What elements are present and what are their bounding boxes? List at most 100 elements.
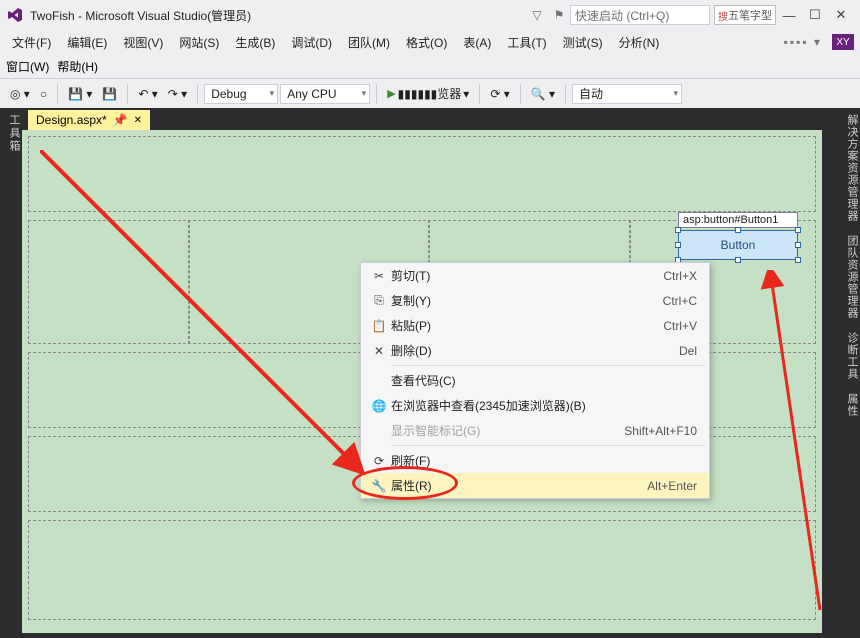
menu-item-label: 属性(R) bbox=[391, 477, 647, 494]
menu-tools[interactable]: 工具(T) bbox=[501, 32, 552, 53]
resize-handle[interactable] bbox=[735, 227, 741, 233]
menu-view[interactable]: 视图(V) bbox=[117, 32, 169, 53]
menu-file[interactable]: 文件(F) bbox=[6, 32, 57, 53]
pin-icon[interactable]: 📌 bbox=[113, 113, 128, 127]
maximize-button[interactable]: ☐ bbox=[802, 7, 828, 23]
asp-button-control[interactable]: asp:button#Button1 Button bbox=[678, 212, 798, 260]
menu-item-shortcut: Shift+Alt+F10 bbox=[624, 424, 697, 438]
menu-item-label: 剪切(T) bbox=[391, 267, 663, 284]
find-button[interactable]: 🔍 ▾ bbox=[527, 85, 559, 103]
quick-launch-input[interactable]: 快速启动 (Ctrl+Q) bbox=[570, 5, 710, 25]
platform-dropdown[interactable]: Any CPU bbox=[280, 84, 370, 104]
resize-handle[interactable] bbox=[795, 257, 801, 263]
menu-window[interactable]: 窗口(W) bbox=[6, 58, 49, 75]
wrench-icon: 🔧 bbox=[367, 479, 391, 493]
context-menu-item[interactable]: 📋粘贴(P)Ctrl+V bbox=[361, 313, 709, 338]
separator bbox=[127, 84, 128, 104]
resize-handle[interactable] bbox=[795, 227, 801, 233]
menu-separator bbox=[391, 445, 705, 446]
toolbox-tab[interactable]: 工具箱 bbox=[0, 108, 22, 637]
tab-design-aspx[interactable]: Design.aspx* 📌 ✕ bbox=[28, 110, 150, 130]
copy-icon: ⎘ bbox=[367, 293, 391, 308]
standard-toolbar: ◎ ▾ ○ 💾 ▾ 💾 ↶ ▾ ↷ ▾ Debug Any CPU ▶ ▮▮▮▮… bbox=[0, 78, 860, 108]
undo-button[interactable]: ↶ ▾ bbox=[134, 85, 161, 103]
context-menu: ✂剪切(T)Ctrl+X⎘复制(Y)Ctrl+C📋粘贴(P)Ctrl+V✕删除(… bbox=[360, 262, 710, 499]
resize-handle[interactable] bbox=[675, 227, 681, 233]
menu-item-shortcut: Ctrl+X bbox=[663, 269, 697, 283]
context-menu-item[interactable]: ⟳刷新(F) bbox=[361, 448, 709, 473]
context-menu-item[interactable]: ✕删除(D)Del bbox=[361, 338, 709, 363]
minimize-button[interactable]: — bbox=[776, 8, 802, 23]
separator bbox=[376, 84, 377, 104]
nav-fwd-button[interactable]: ○ bbox=[36, 85, 51, 103]
browser-link-button[interactable]: ⟳ ▾ bbox=[486, 85, 513, 103]
context-menu-item: 显示智能标记(G)Shift+Alt+F10 bbox=[361, 418, 709, 443]
menu-team[interactable]: 团队(M) bbox=[342, 32, 396, 53]
close-tab-button[interactable]: ✕ bbox=[134, 115, 142, 126]
right-sidebar-tabs[interactable]: 解决方案资源管理器 团队资源管理器 诊断工具 属性 bbox=[838, 108, 860, 637]
menu-analyze[interactable]: 分析(N) bbox=[613, 32, 666, 53]
tab-label: Design.aspx* bbox=[36, 113, 107, 127]
paste-icon: 📋 bbox=[367, 319, 391, 333]
menu-help[interactable]: 帮助(H) bbox=[57, 58, 98, 75]
save-all-button[interactable]: 💾 bbox=[98, 85, 121, 103]
menu-format[interactable]: 格式(O) bbox=[400, 32, 453, 53]
redo-button[interactable]: ↷ ▾ bbox=[164, 85, 191, 103]
context-menu-item[interactable]: 🌐在浏览器中查看(2345加速浏览器)(B) bbox=[361, 393, 709, 418]
selection-tooltip: asp:button#Button1 bbox=[678, 212, 798, 228]
separator bbox=[479, 84, 480, 104]
play-icon: ▶ bbox=[387, 87, 395, 100]
menu-build[interactable]: 生成(B) bbox=[229, 32, 281, 53]
user-name[interactable]: ▪▪▪▪ ▾ bbox=[784, 35, 822, 49]
resize-handle[interactable] bbox=[795, 242, 801, 248]
browser-icon: 🌐 bbox=[367, 399, 391, 413]
button-label: Button bbox=[721, 238, 756, 252]
menu-item-label: 显示智能标记(G) bbox=[391, 422, 624, 439]
menu-item-shortcut: Alt+Enter bbox=[647, 479, 697, 493]
resize-handle[interactable] bbox=[675, 242, 681, 248]
menu-item-label: 在浏览器中查看(2345加速浏览器)(B) bbox=[391, 397, 697, 414]
feedback-icon[interactable]: ⚑ bbox=[548, 8, 570, 22]
menu-item-label: 复制(Y) bbox=[391, 292, 663, 309]
menu-item-shortcut: Ctrl+C bbox=[663, 294, 697, 308]
separator bbox=[57, 84, 58, 104]
menu-table[interactable]: 表(A) bbox=[457, 32, 497, 53]
menu-edit[interactable]: 编辑(E) bbox=[61, 32, 113, 53]
menu-item-label: 查看代码(C) bbox=[391, 372, 697, 389]
vs-logo-icon bbox=[6, 6, 24, 24]
menu-test[interactable]: 测试(S) bbox=[557, 32, 609, 53]
menu-debug[interactable]: 调试(D) bbox=[285, 32, 338, 53]
cut-icon: ✂ bbox=[367, 269, 391, 283]
start-debug-button[interactable]: ▶ ▮▮▮▮▮▮览器 ▾ bbox=[383, 83, 473, 104]
menu-separator bbox=[391, 365, 705, 366]
context-menu-item[interactable]: 🔧属性(R)Alt+Enter bbox=[361, 473, 709, 498]
save-button[interactable]: 💾 ▾ bbox=[64, 85, 96, 103]
menu-item-label: 刷新(F) bbox=[391, 452, 697, 469]
menu-website[interactable]: 网站(S) bbox=[173, 32, 225, 53]
quick-launch-placeholder: 快速启动 (Ctrl+Q) bbox=[575, 7, 669, 24]
button-control[interactable]: Button bbox=[678, 230, 798, 260]
close-button[interactable]: ✕ bbox=[828, 7, 854, 23]
main-menu-bar-2: 窗口(W) 帮助(H) bbox=[0, 54, 860, 78]
separator bbox=[197, 84, 198, 104]
notify-icon[interactable]: ▽ bbox=[526, 8, 548, 22]
menu-item-shortcut: Ctrl+V bbox=[663, 319, 697, 333]
separator bbox=[520, 84, 521, 104]
separator bbox=[565, 84, 566, 104]
title-bar: TwoFish - Microsoft Visual Studio(管理员) ▽… bbox=[0, 0, 860, 30]
menu-item-shortcut: Del bbox=[679, 344, 697, 358]
user-badge[interactable]: XY bbox=[832, 34, 854, 50]
context-menu-item[interactable]: 查看代码(C) bbox=[361, 368, 709, 393]
nav-back-button[interactable]: ◎ ▾ bbox=[6, 85, 34, 103]
context-menu-item[interactable]: ⎘复制(Y)Ctrl+C bbox=[361, 288, 709, 313]
auto-dropdown[interactable]: 自动 bbox=[572, 84, 682, 104]
resize-handle[interactable] bbox=[735, 257, 741, 263]
document-tabs: Design.aspx* 📌 ✕ bbox=[22, 108, 838, 130]
main-menu-bar: 文件(F) 编辑(E) 视图(V) 网站(S) 生成(B) 调试(D) 团队(M… bbox=[0, 30, 860, 54]
ime-indicator[interactable]: 搜五笔字型 bbox=[714, 5, 776, 25]
delete-icon: ✕ bbox=[367, 344, 391, 358]
config-dropdown[interactable]: Debug bbox=[204, 84, 278, 104]
window-title: TwoFish - Microsoft Visual Studio(管理员) bbox=[30, 7, 251, 24]
menu-item-label: 删除(D) bbox=[391, 342, 679, 359]
context-menu-item[interactable]: ✂剪切(T)Ctrl+X bbox=[361, 263, 709, 288]
